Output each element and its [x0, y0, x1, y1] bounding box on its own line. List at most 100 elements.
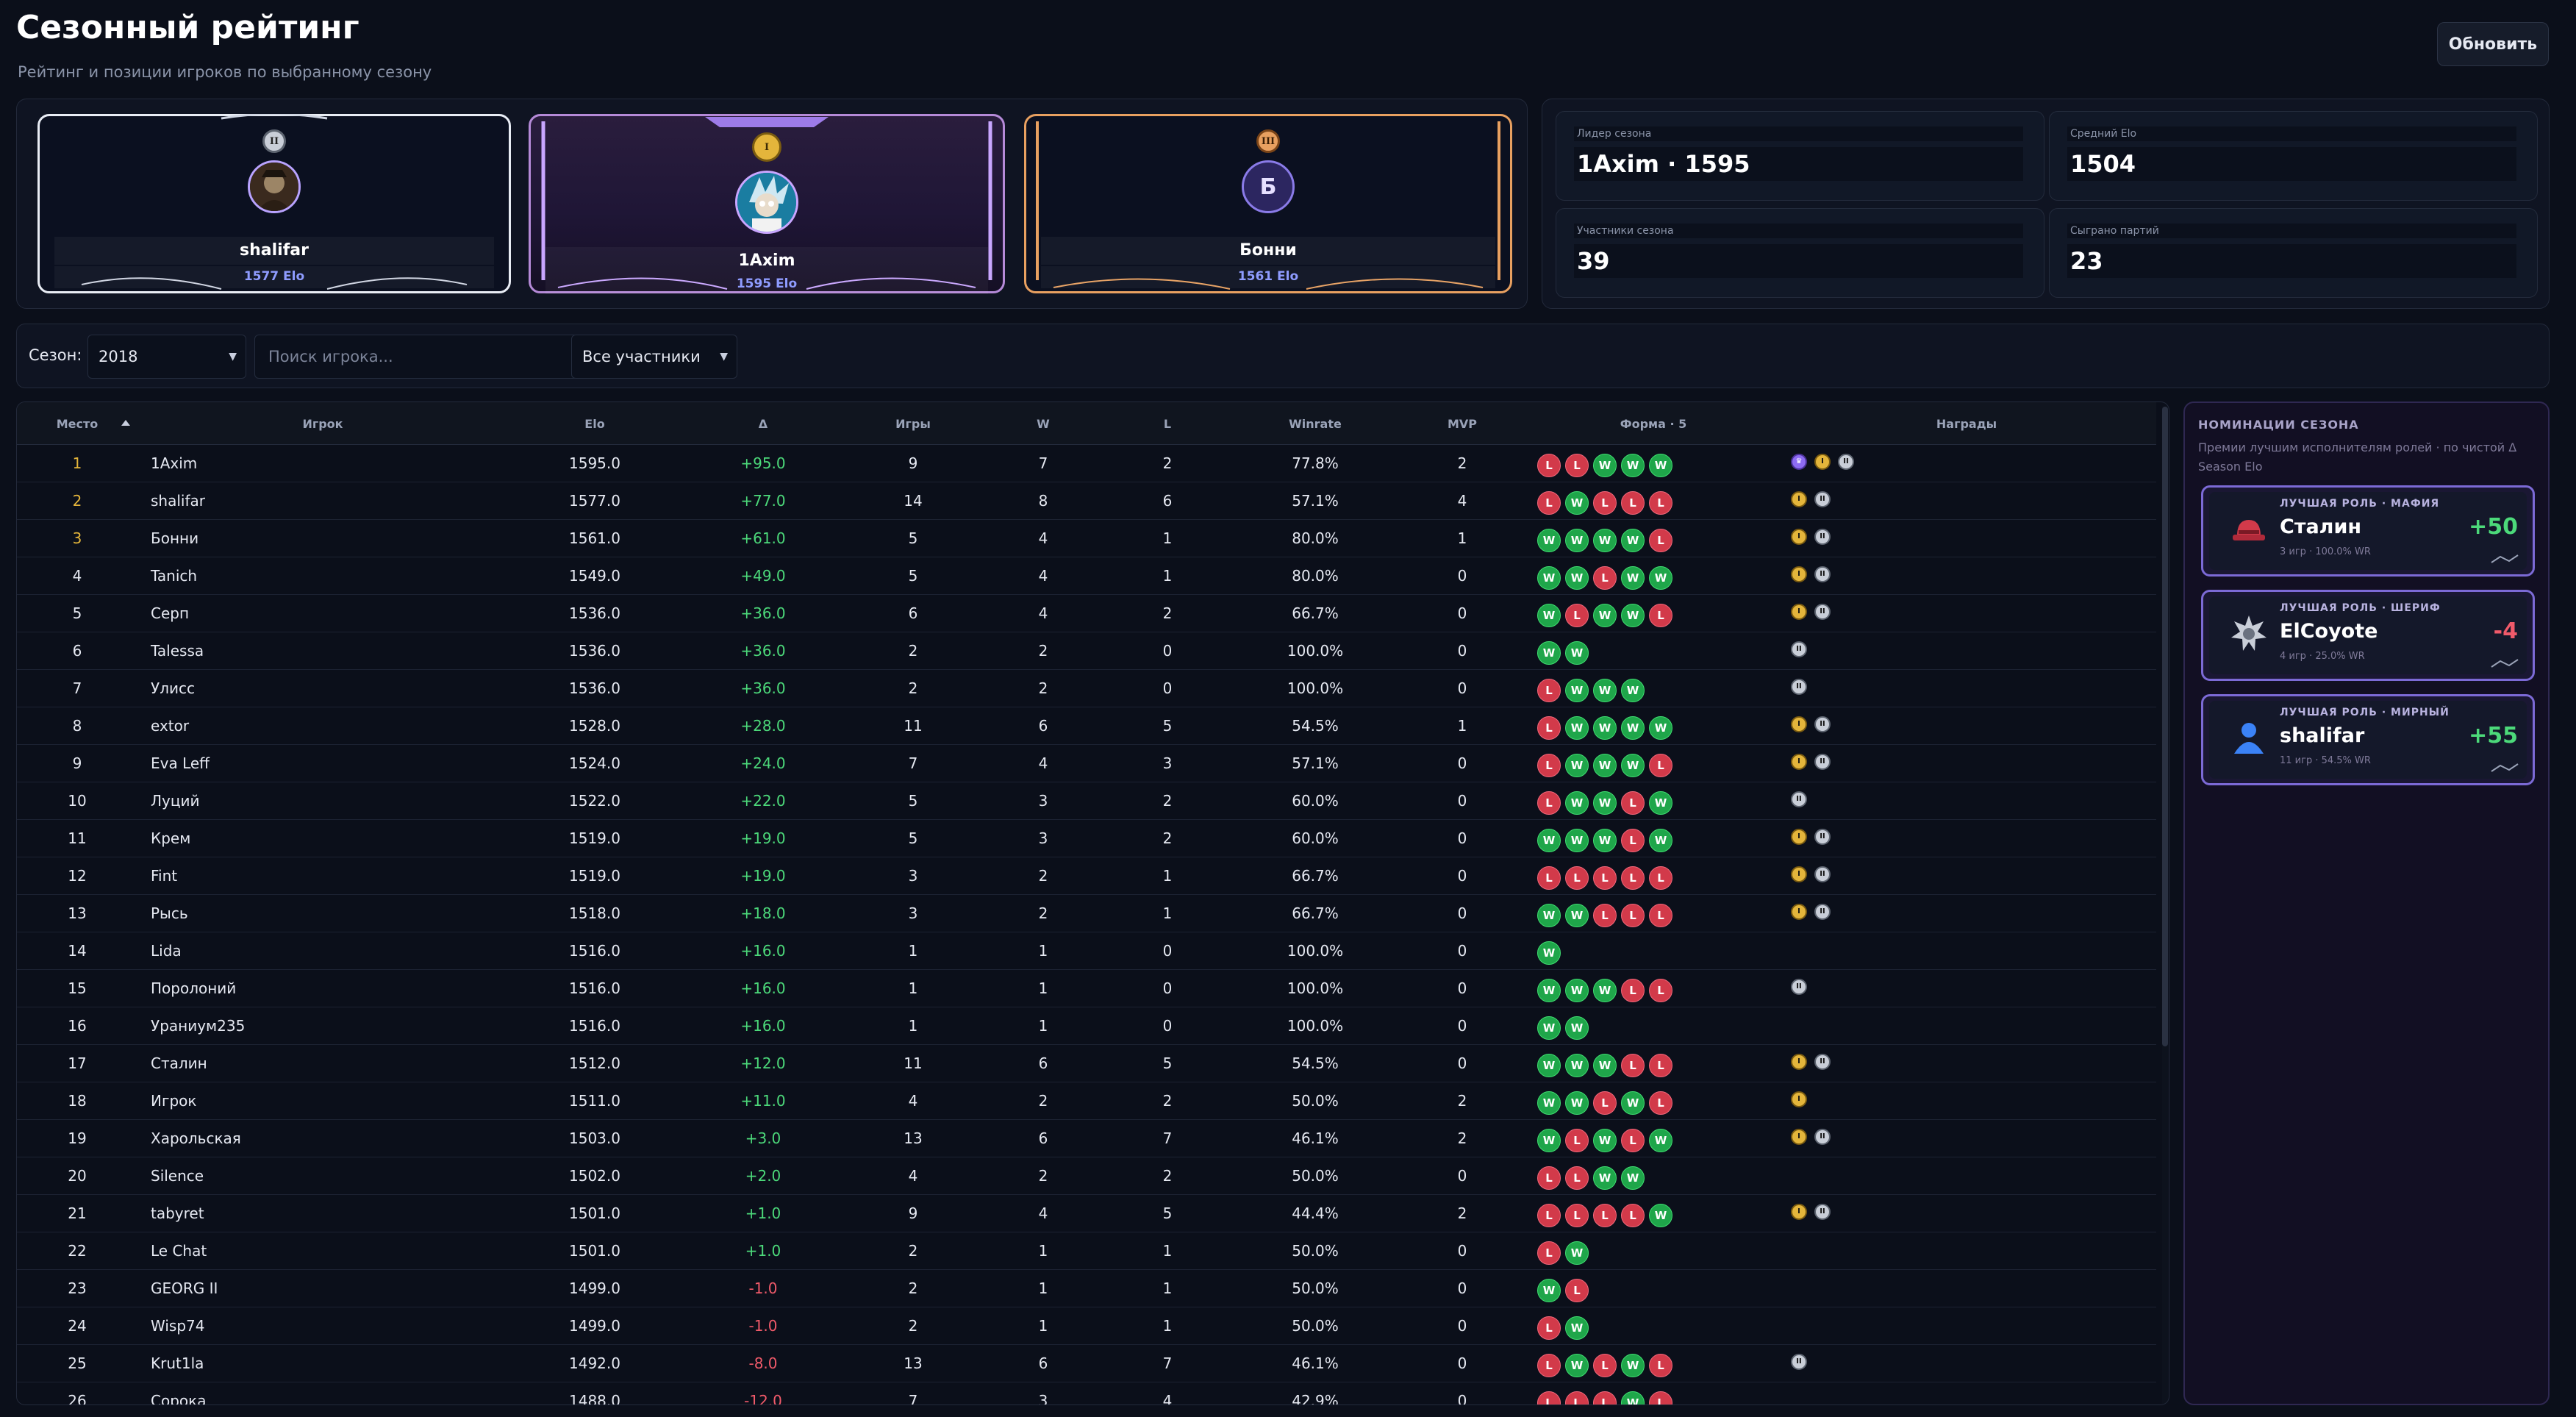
player-name[interactable]: extor: [151, 707, 189, 745]
winrate-cell: 80.0%: [1292, 567, 1339, 585]
player-name[interactable]: Сталин: [151, 1045, 207, 1082]
table-row[interactable]: 4 Tanich 1549.0 +49.0 5 4 1 80.0% 0 W W L W W I II: [17, 557, 2156, 595]
table-row[interactable]: 20 Silence 1502.0 +2.0 4 2 2 50.0% 0 L L W W: [17, 1157, 2156, 1195]
table-scrollbar[interactable]: [2162, 407, 2168, 1404]
table-row[interactable]: 7 Улисс 1536.0 +36.0 2 2 0 100.0% 0 L W W W II: [17, 670, 2156, 707]
table-row[interactable]: 11 Крем 1519.0 +19.0 5 3 2 60.0% 0 W W W L W I II: [17, 820, 2156, 857]
player-name[interactable]: Tanich: [151, 557, 197, 595]
column-header-delta[interactable]: Δ: [759, 417, 768, 431]
column-header-winrate[interactable]: Winrate: [1289, 417, 1342, 431]
column-header-elo[interactable]: Elo: [584, 417, 604, 431]
season-label: Сезон:: [29, 346, 82, 364]
table-row[interactable]: 17 Сталин 1512.0 +12.0 11 6 5 54.5% 0 W W W L L I II: [17, 1045, 2156, 1082]
player-name[interactable]: Улисс: [151, 670, 195, 707]
table-row[interactable]: 10 Луций 1522.0 +22.0 5 3 2 60.0% 0 L W W L W II: [17, 782, 2156, 820]
season-select[interactable]: 2018 ▼: [87, 335, 246, 379]
column-header-losses[interactable]: L: [1164, 417, 1171, 431]
podium-card-second[interactable]: II shalifar 1577 Elo: [37, 114, 511, 293]
table-row[interactable]: 6 Talessa 1536.0 +36.0 2 2 0 100.0% 0 W W II: [17, 632, 2156, 670]
table-row[interactable]: 19 Харольская 1503.0 +3.0 13 6 7 46.1% 2 W L W L W I II: [17, 1120, 2156, 1157]
table-row[interactable]: 8 extor 1528.0 +28.0 11 6 5 54.5% 1 L W W W W I II: [17, 707, 2156, 745]
player-name[interactable]: Бонни: [151, 520, 198, 557]
column-header-wins[interactable]: W: [1037, 417, 1050, 431]
nomination-card[interactable]: ЛУЧШАЯ РОЛЬ · МАФИЯ Сталин 3 игр · 100.0…: [2201, 485, 2535, 577]
gold-medal-icon: I: [1791, 716, 1807, 732]
table-row[interactable]: 1 1Axim 1595.0 +95.0 9 7 2 77.8% 2 L L W W W ♛ I II: [17, 445, 2156, 482]
column-header-player[interactable]: Игрок: [302, 417, 343, 431]
form-badge-win: W: [1621, 529, 1645, 552]
player-name[interactable]: Talessa: [151, 632, 204, 670]
player-name[interactable]: Крем: [151, 820, 190, 857]
losses-cell: 6: [1162, 492, 1173, 510]
table-row[interactable]: 26 Сорока 1488.0 -12.0 7 3 4 42.9% 0 L L L W L: [17, 1382, 2156, 1404]
mvp-cell: 2: [1457, 1129, 1467, 1147]
podium-card-first[interactable]: I 1Axim 1595 Elo: [529, 114, 1005, 294]
player-name[interactable]: shalifar: [151, 482, 205, 520]
player-name[interactable]: Рысь: [151, 895, 188, 932]
nomination-card[interactable]: ЛУЧШАЯ РОЛЬ · ШЕРИФ ElCoyote 4 игр · 25.…: [2201, 590, 2535, 681]
form-badge-win: W: [1565, 491, 1589, 515]
nomination-card[interactable]: ЛУЧШАЯ РОЛЬ · МИРНЫЙ shalifar 11 игр · 5…: [2201, 694, 2535, 785]
player-name[interactable]: Silence: [151, 1157, 204, 1195]
player-name[interactable]: Ураниум235: [151, 1007, 245, 1045]
player-name[interactable]: Lida: [151, 932, 182, 970]
form-cell: WWWWL: [1537, 529, 1672, 552]
player-name[interactable]: 1Axim: [151, 445, 197, 482]
table-row[interactable]: 2 shalifar 1577.0 +77.0 14 8 6 57.1% 4 L W L L L I II: [17, 482, 2156, 520]
winrate-cell: 57.1%: [1292, 492, 1339, 510]
rank-cell: 17: [68, 1054, 87, 1072]
table-row[interactable]: 3 Бонни 1561.0 +61.0 5 4 1 80.0% 1 W W W W L I II: [17, 520, 2156, 557]
podium-card-third[interactable]: III Б Бонни 1561 Elo: [1024, 114, 1512, 293]
player-name[interactable]: Харольская: [151, 1120, 241, 1157]
form-badge-win: W: [1621, 754, 1645, 777]
mvp-cell: 0: [1457, 1017, 1467, 1035]
player-name[interactable]: GEORG II: [151, 1270, 218, 1307]
table-row[interactable]: 15 Поролоний 1516.0 +16.0 1 1 0 100.0% 0 W W W L L II: [17, 970, 2156, 1007]
sort-asc-icon[interactable]: [121, 420, 130, 426]
table-row[interactable]: 25 Krut1la 1492.0 -8.0 13 6 7 46.1% 0 L W L W L II: [17, 1345, 2156, 1382]
table-row[interactable]: 9 Eva Leff 1524.0 +24.0 7 4 3 57.1% 0 L W W W L I II: [17, 745, 2156, 782]
player-name[interactable]: Поролоний: [151, 970, 236, 1007]
participants-select[interactable]: Все участники ▼: [571, 335, 737, 379]
losses-cell: 0: [1162, 679, 1173, 697]
elo-cell: 1501.0: [569, 1204, 620, 1222]
silver-medal-icon: II: [1814, 604, 1831, 620]
table-row[interactable]: 23 GEORG II 1499.0 -1.0 2 1 1 50.0% 0 W L: [17, 1270, 2156, 1307]
column-header-mvp[interactable]: MVP: [1448, 417, 1477, 431]
form-badge-win: W: [1649, 566, 1672, 590]
player-name[interactable]: Сорока: [151, 1382, 206, 1404]
civilian-icon: [2228, 717, 2269, 758]
table-row[interactable]: 22 Le Chat 1501.0 +1.0 2 1 1 50.0% 0 L W: [17, 1232, 2156, 1270]
gold-medal-icon: I: [1814, 454, 1831, 470]
form-badge-loss: L: [1537, 454, 1561, 477]
player-search-input[interactable]: [254, 335, 578, 379]
player-name[interactable]: Wisp74: [151, 1307, 204, 1345]
table-row[interactable]: 14 Lida 1516.0 +16.0 1 1 0 100.0% 0 W: [17, 932, 2156, 970]
player-name[interactable]: Игрок: [151, 1082, 196, 1120]
table-row[interactable]: 21 tabyret 1501.0 +1.0 9 4 5 44.4% 2 L L L L W I II: [17, 1195, 2156, 1232]
scrollbar-thumb[interactable]: [2162, 407, 2168, 1046]
player-name[interactable]: tabyret: [151, 1195, 204, 1232]
column-header-rank[interactable]: Место: [57, 417, 99, 431]
player-name[interactable]: Серп: [151, 595, 189, 632]
table-row[interactable]: 12 Fint 1519.0 +19.0 3 2 1 66.7% 0 L L L L L I II: [17, 857, 2156, 895]
player-name[interactable]: Eva Leff: [151, 745, 210, 782]
table-row[interactable]: 18 Игрок 1511.0 +11.0 4 2 2 50.0% 2 W W L W L I: [17, 1082, 2156, 1120]
player-name[interactable]: Луций: [151, 782, 199, 820]
table-row[interactable]: 16 Ураниум235 1516.0 +16.0 1 1 0 100.0% 0 W W: [17, 1007, 2156, 1045]
table-row[interactable]: 24 Wisp74 1499.0 -1.0 2 1 1 50.0% 0 L W: [17, 1307, 2156, 1345]
avatar: [248, 160, 301, 213]
refresh-button[interactable]: Обновить: [2437, 22, 2549, 66]
player-name[interactable]: Le Chat: [151, 1232, 207, 1270]
games-cell: 5: [908, 529, 918, 547]
wins-cell: 4: [1038, 567, 1048, 585]
table-row[interactable]: 13 Рысь 1518.0 +18.0 3 2 1 66.7% 0 W W L L L I II: [17, 895, 2156, 932]
elo-cell: 1516.0: [569, 942, 620, 960]
column-header-games[interactable]: Игры: [895, 417, 931, 431]
player-name[interactable]: Krut1la: [151, 1345, 204, 1382]
table-row[interactable]: 5 Серп 1536.0 +36.0 6 4 2 66.7% 0 W L W W L I II: [17, 595, 2156, 632]
winrate-cell: 100.0%: [1287, 642, 1344, 660]
player-name[interactable]: Fint: [151, 857, 177, 895]
rank-cell: 11: [68, 829, 87, 847]
delta-cell: +36.0: [740, 642, 786, 660]
